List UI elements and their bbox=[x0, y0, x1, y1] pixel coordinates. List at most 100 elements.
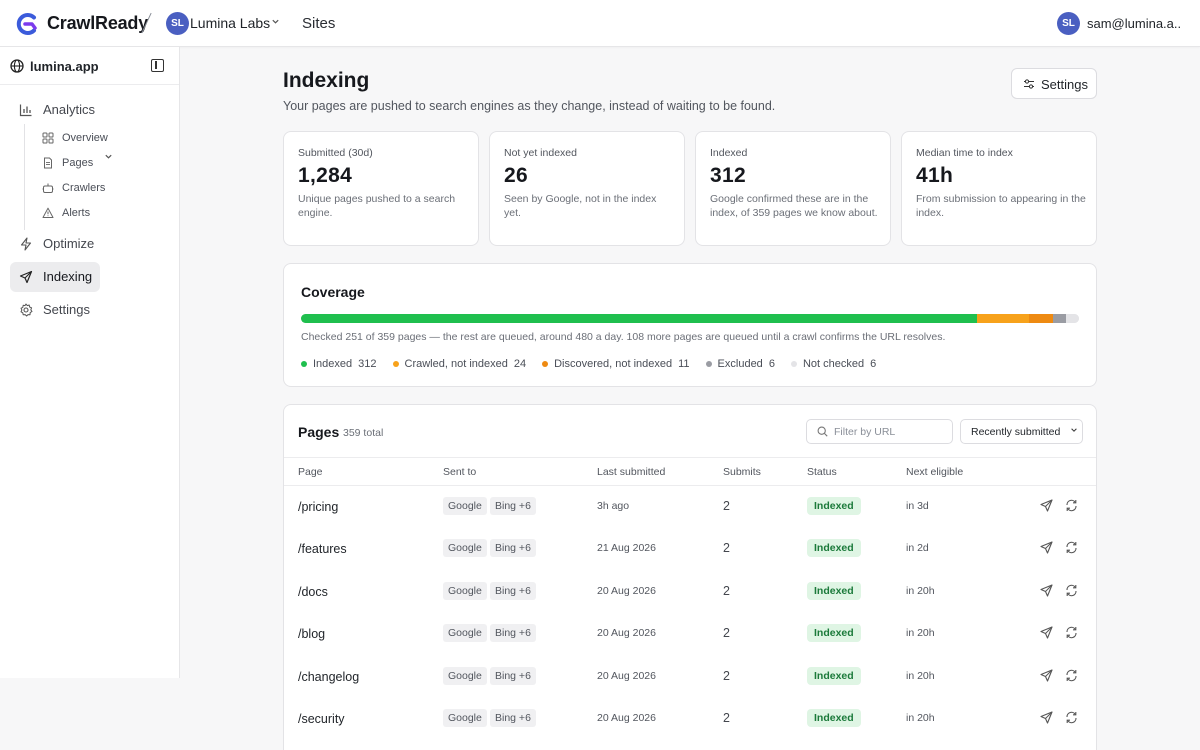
coverage-segment-excluded bbox=[1052, 314, 1066, 323]
gear-icon bbox=[20, 303, 33, 317]
send-icon[interactable] bbox=[1040, 711, 1053, 724]
sidebar-item-settings[interactable]: Settings bbox=[10, 295, 100, 325]
send-icon[interactable] bbox=[1040, 499, 1053, 512]
chevron-down-icon[interactable] bbox=[104, 152, 113, 161]
legend-label: Indexed bbox=[313, 358, 353, 370]
send-icon[interactable] bbox=[1040, 669, 1053, 682]
sidebar-item-label: Pages bbox=[62, 157, 94, 169]
next-eligible: in 3d bbox=[906, 500, 929, 512]
column-header-status[interactable]: Status bbox=[807, 466, 837, 478]
legend-count: 6 bbox=[768, 358, 775, 370]
legend-count: 312 bbox=[358, 358, 377, 370]
send-icon[interactable] bbox=[1040, 626, 1053, 639]
filter-url-field[interactable] bbox=[806, 419, 953, 444]
breadcrumb-sites[interactable]: Sites bbox=[302, 15, 335, 32]
engine-chip: Bing +6 bbox=[490, 709, 536, 727]
stat-card-indexed: Indexed 312 Google confirmed these are i… bbox=[695, 131, 891, 246]
page-path[interactable]: /security bbox=[298, 712, 345, 726]
table-row[interactable]: /pricing Google Bing +6 3h ago 2 Indexed… bbox=[284, 485, 1096, 528]
last-submitted: 20 Aug 2026 bbox=[597, 585, 656, 597]
warning-icon bbox=[42, 207, 54, 218]
engine-chip: Google bbox=[443, 539, 487, 557]
legend-dot bbox=[542, 361, 549, 367]
site-selector[interactable]: lumina.app bbox=[0, 47, 179, 85]
next-eligible: in 20h bbox=[906, 670, 935, 682]
column-header-sent-to[interactable]: Sent to bbox=[443, 466, 476, 478]
sidebar-item-optimize[interactable]: Optimize bbox=[10, 229, 100, 259]
collapse-sidebar-icon[interactable] bbox=[151, 59, 164, 72]
stat-card-not-indexed: Not yet indexed 26 Seen by Google, not i… bbox=[489, 131, 685, 246]
page-path[interactable]: /docs bbox=[298, 585, 328, 599]
sidebar-item-analytics[interactable]: Analytics bbox=[10, 95, 120, 125]
send-icon bbox=[19, 270, 33, 284]
page-title: Indexing bbox=[283, 69, 370, 92]
legend-item-excluded: Excluded 6 bbox=[705, 358, 775, 370]
coverage-card: Coverage Checked 251 of 359 pages — the … bbox=[283, 263, 1097, 387]
stat-description: Google confirmed these are in the index,… bbox=[710, 193, 878, 219]
next-eligible: in 20h bbox=[906, 585, 935, 597]
coverage-segment-not-checked bbox=[1065, 314, 1079, 323]
submit-count: 2 bbox=[723, 626, 730, 640]
legend-label: Excluded bbox=[717, 358, 763, 370]
refresh-icon[interactable] bbox=[1065, 626, 1078, 639]
lightning-icon bbox=[20, 237, 32, 251]
user-avatar[interactable]: SL bbox=[1057, 12, 1080, 35]
engine-chip: Google bbox=[443, 624, 487, 642]
submit-count: 2 bbox=[723, 499, 730, 513]
globe-icon bbox=[10, 59, 24, 73]
filter-url-input[interactable] bbox=[834, 424, 949, 439]
org-avatar[interactable]: SL bbox=[166, 12, 189, 35]
page-path[interactable]: /changelog bbox=[298, 670, 359, 684]
user-email[interactable]: sam@lumina.a... bbox=[1087, 16, 1182, 31]
org-switcher-label[interactable]: Lumina Labs bbox=[190, 15, 270, 31]
sort-select[interactable]: Recently submitted bbox=[960, 419, 1083, 444]
last-submitted: 20 Aug 2026 bbox=[597, 712, 656, 724]
legend-item-indexed: Indexed 312 bbox=[301, 358, 377, 370]
refresh-icon[interactable] bbox=[1065, 584, 1078, 597]
legend-item-discovered-not-indexed: Discovered, not indexed 11 bbox=[542, 358, 690, 370]
refresh-icon[interactable] bbox=[1065, 541, 1078, 554]
submit-count: 2 bbox=[723, 584, 730, 598]
engine-chip: Google bbox=[443, 667, 487, 685]
crawlready-logo-icon[interactable] bbox=[14, 11, 40, 37]
chevron-down-icon[interactable] bbox=[271, 17, 280, 26]
engine-chip: Bing +6 bbox=[490, 539, 536, 557]
sliders-icon bbox=[1024, 79, 1034, 89]
engine-chip: Google bbox=[443, 582, 487, 600]
engine-chip: Google bbox=[443, 709, 487, 727]
table-row[interactable]: /changelog Google Bing +6 20 Aug 2026 2 … bbox=[284, 655, 1096, 698]
stat-value: 1,284 bbox=[298, 164, 353, 187]
sidebar-item-label: Indexing bbox=[43, 269, 93, 284]
last-submitted: 3h ago bbox=[597, 500, 630, 512]
send-icon[interactable] bbox=[1040, 541, 1053, 554]
column-header-last-submitted[interactable]: Last submitted bbox=[597, 466, 665, 478]
next-eligible: in 20h bbox=[906, 627, 935, 639]
legend-item-crawled-not-indexed: Crawled, not indexed 24 bbox=[392, 358, 526, 370]
table-row[interactable]: /features Google Bing +6 21 Aug 2026 2 I… bbox=[284, 527, 1096, 570]
column-header-next-eligible[interactable]: Next eligible bbox=[906, 466, 963, 478]
column-header-submits[interactable]: Submits bbox=[723, 466, 761, 478]
refresh-icon[interactable] bbox=[1065, 669, 1078, 682]
column-header-page[interactable]: Page bbox=[298, 466, 323, 478]
status-badge: Indexed bbox=[807, 539, 861, 557]
send-icon[interactable] bbox=[1040, 584, 1053, 597]
sidebar-item-label: Optimize bbox=[43, 236, 95, 251]
sidebar-item-label: Overview bbox=[62, 132, 108, 144]
pages-total-count: 359 total bbox=[343, 427, 384, 439]
page-path[interactable]: /blog bbox=[298, 627, 325, 641]
table-header: Page Sent to Last submitted Submits Stat… bbox=[284, 457, 1096, 486]
grid-icon bbox=[42, 132, 54, 144]
refresh-icon[interactable] bbox=[1065, 711, 1078, 724]
table-row[interactable]: /docs Google Bing +6 20 Aug 2026 2 Index… bbox=[284, 570, 1096, 613]
page-path[interactable]: /features bbox=[298, 542, 347, 556]
table-row[interactable]: /blog Google Bing +6 20 Aug 2026 2 Index… bbox=[284, 612, 1096, 655]
sidebar-item-indexing[interactable]: Indexing bbox=[10, 262, 100, 292]
pages-title: Pages bbox=[298, 424, 340, 440]
brand-name[interactable]: CrawlReady bbox=[47, 13, 148, 34]
legend-label: Discovered, not indexed bbox=[554, 358, 673, 370]
table-row[interactable]: /security Google Bing +6 20 Aug 2026 2 I… bbox=[284, 697, 1096, 740]
legend-dot bbox=[301, 361, 307, 367]
page-path[interactable]: /pricing bbox=[298, 500, 338, 514]
settings-button[interactable]: Settings bbox=[1011, 68, 1097, 99]
refresh-icon[interactable] bbox=[1065, 499, 1078, 512]
